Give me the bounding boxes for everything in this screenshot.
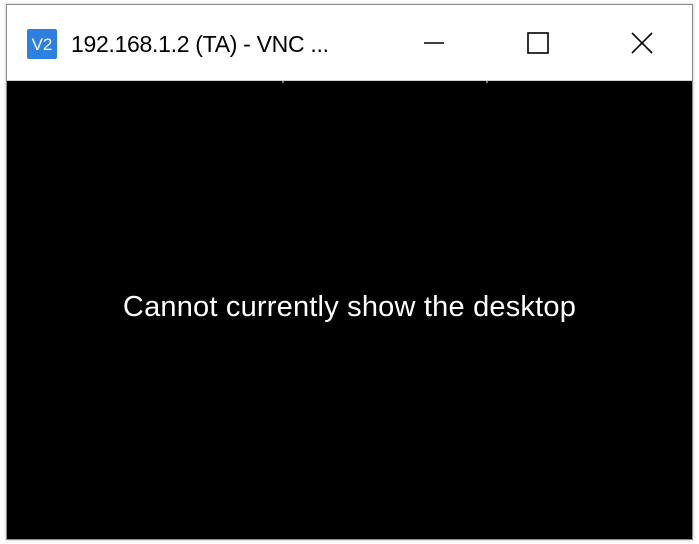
status-message: Cannot currently show the desktop: [122, 291, 577, 323]
vnc-viewer-icon: V2: [27, 29, 57, 59]
window-title: 192.168.1.2 (TA) - VNC ...: [71, 31, 329, 57]
remote-desktop-view[interactable]: Cannot currently show the desktop: [7, 81, 692, 539]
svg-text:V2: V2: [32, 35, 53, 54]
toolbar-handle-right: [486, 81, 488, 83]
minimize-icon: [424, 42, 444, 44]
maximize-icon: [527, 32, 549, 54]
title-bar[interactable]: V2 192.168.1.2 (TA) - VNC ...: [7, 5, 692, 81]
vnc-viewer-window: V2 192.168.1.2 (TA) - VNC ... Cannot cur…: [6, 4, 693, 540]
close-button[interactable]: [592, 5, 692, 81]
toolbar-handle-left: [282, 81, 284, 83]
close-icon: [631, 32, 653, 54]
minimize-button[interactable]: [384, 5, 484, 81]
maximize-button[interactable]: [488, 5, 588, 81]
